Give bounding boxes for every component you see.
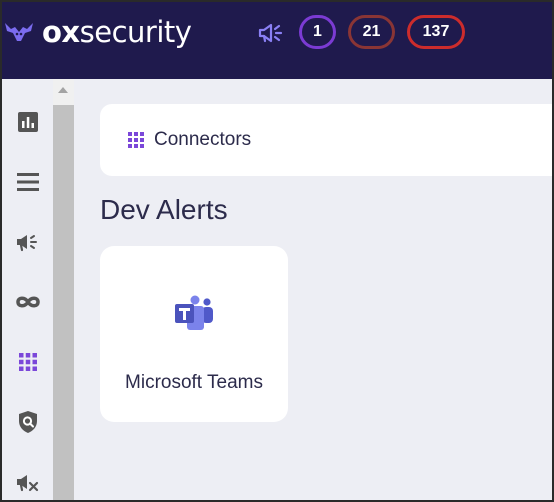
ox-bull-icon (5, 23, 33, 41)
scroll-up-arrow-icon[interactable] (58, 87, 68, 93)
breadcrumb-label[interactable]: Connectors (154, 129, 251, 151)
megaphone-off-icon[interactable] (14, 468, 42, 496)
issue-count-badge-1[interactable]: 1 (299, 15, 336, 49)
dashboard-chart-icon[interactable] (14, 108, 42, 136)
sidebar-scrollbar[interactable] (53, 79, 74, 500)
list-icon[interactable] (14, 168, 42, 196)
ox-security-logo[interactable]: oxsecurity (4, 15, 192, 49)
sidebar-nav (2, 79, 53, 500)
main-content: Connectors Dev Alerts Microsoft Teams (74, 79, 552, 500)
grid-apps-icon (128, 132, 144, 148)
microsoft-teams-icon (173, 294, 215, 337)
connector-name: Microsoft Teams (125, 372, 263, 393)
top-header: oxsecurity 1 21 137 (2, 2, 552, 79)
logo-brand-bold: ox (42, 15, 80, 49)
megaphone-icon[interactable] (14, 228, 42, 256)
megaphone-icon[interactable] (258, 22, 286, 49)
grid-apps-icon[interactable] (14, 348, 42, 376)
app-window: oxsecurity 1 21 137 Connectors Dev Alert… (2, 2, 552, 500)
infinity-icon[interactable] (14, 288, 42, 316)
logo-wordmark: oxsecurity (42, 15, 192, 49)
breadcrumb: Connectors (100, 104, 552, 176)
issue-count-badge-2[interactable]: 21 (348, 15, 395, 49)
scrollbar-thumb[interactable] (53, 105, 74, 500)
section-title: Dev Alerts (100, 194, 228, 225)
shield-search-icon[interactable] (14, 408, 42, 436)
issue-count-badge-3[interactable]: 137 (407, 15, 465, 49)
logo-brand-regular: security (79, 15, 192, 49)
connector-card-microsoft-teams[interactable]: Microsoft Teams (100, 246, 288, 422)
